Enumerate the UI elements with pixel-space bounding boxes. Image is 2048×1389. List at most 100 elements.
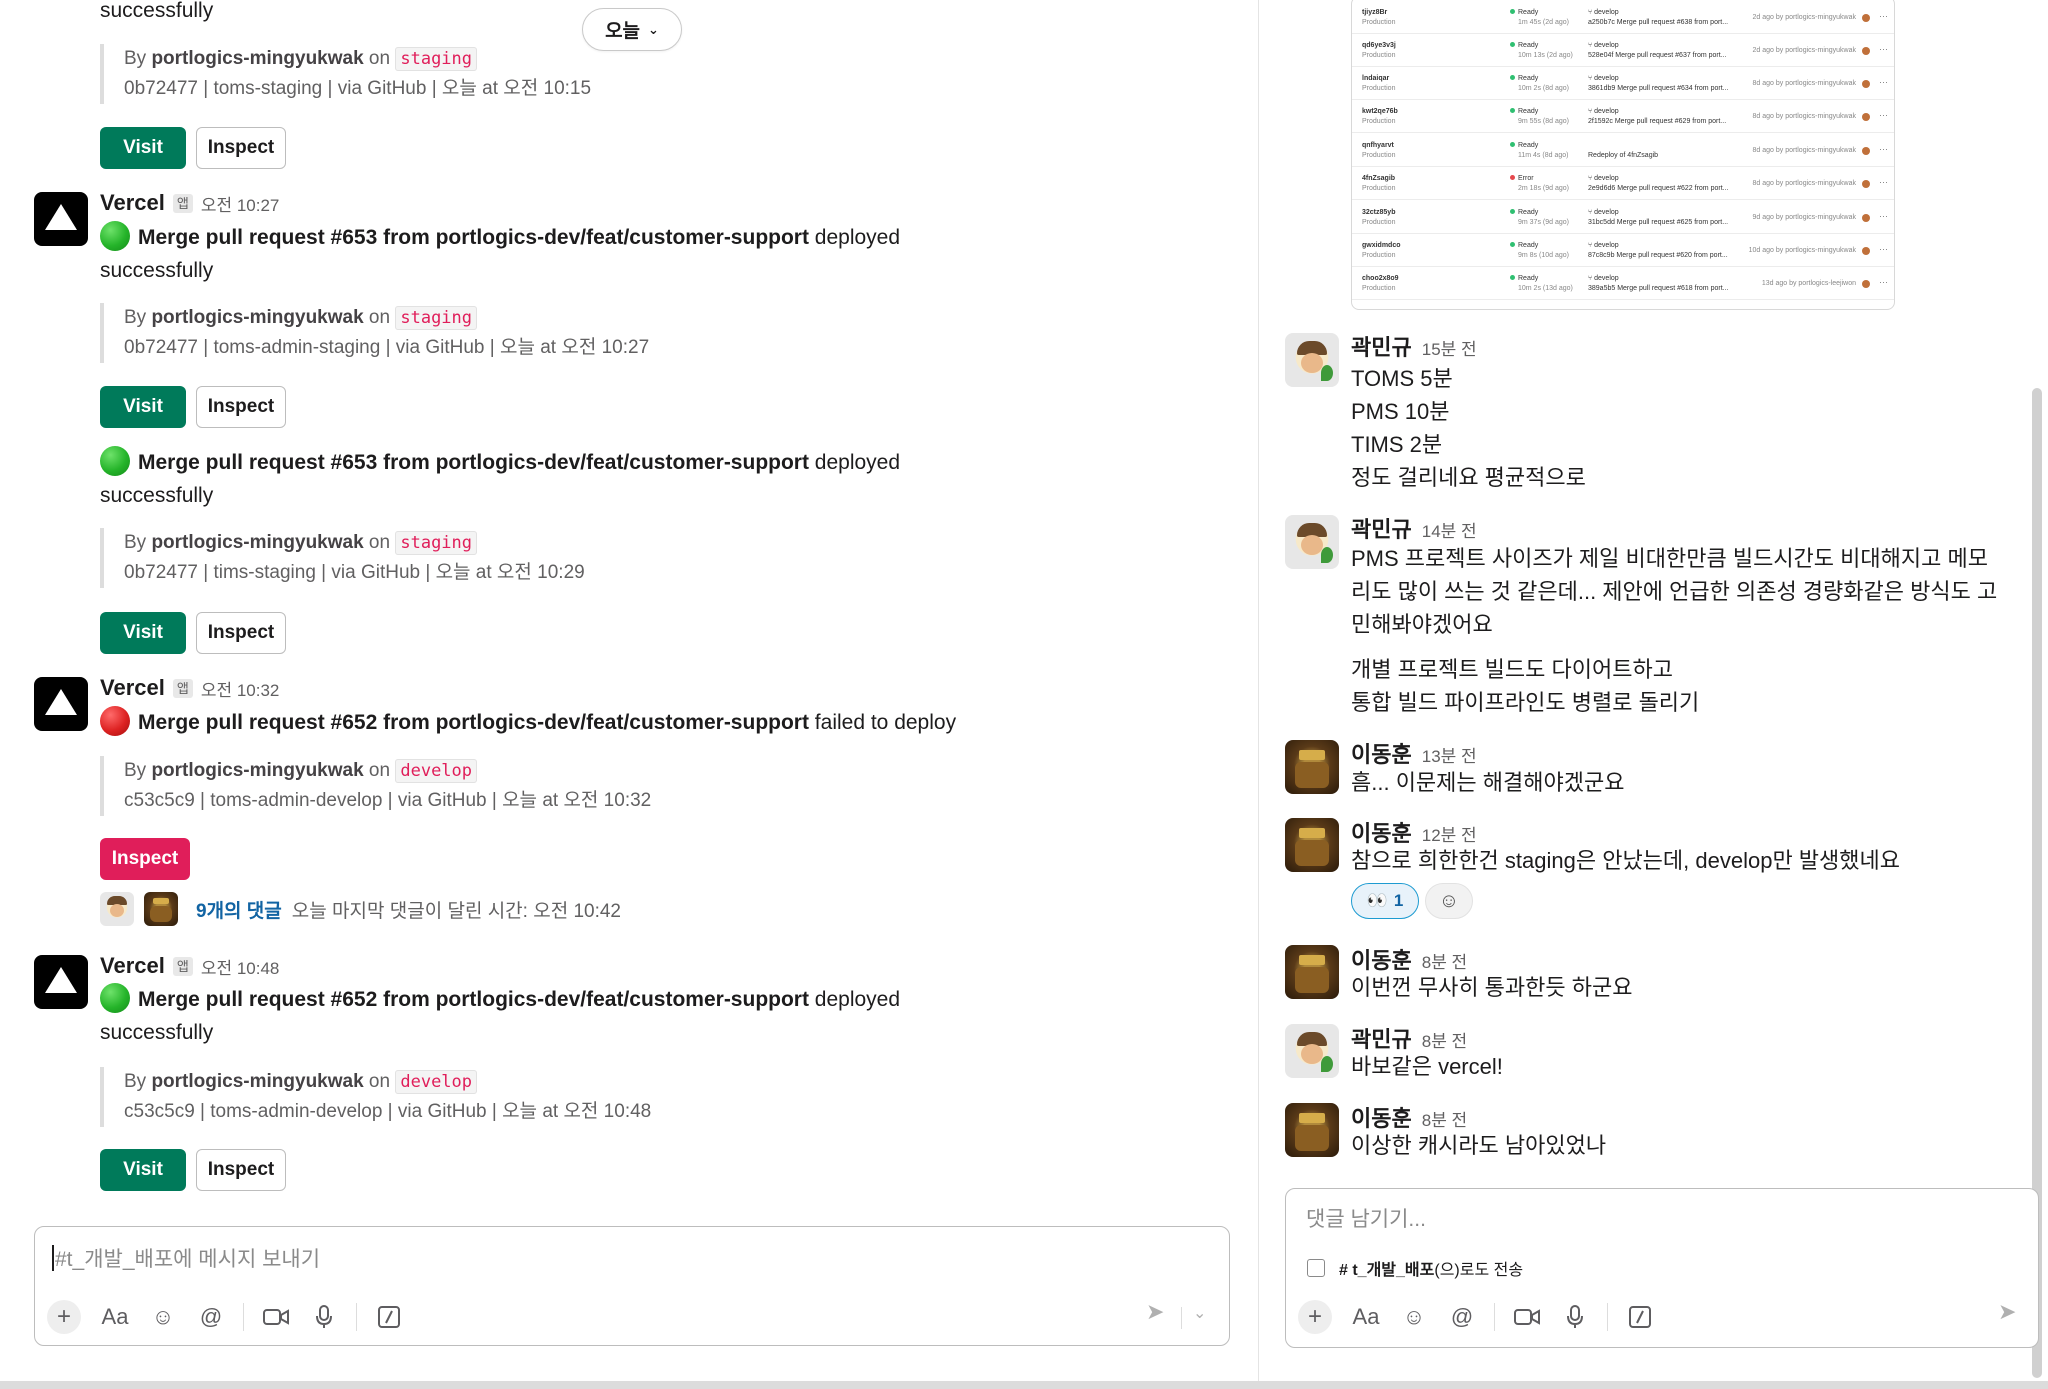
sender-name[interactable]: Vercel bbox=[100, 190, 165, 216]
message-body: Merge pull request #652 from portlogics-… bbox=[100, 983, 1100, 1049]
vercel-avatar[interactable] bbox=[34, 677, 88, 731]
message-line: 리도 많이 쓰는 것 같은데... 제안에 언급한 의존성 경량화같은 방식도 … bbox=[1351, 579, 1998, 604]
deployment-branch: ⑂ develop bbox=[1588, 175, 1619, 182]
visit-button[interactable]: Visit bbox=[100, 1149, 186, 1191]
message-composer[interactable]: #t_개발_배포에 메시지 보내기 + Aa ☺ @ ➤ ⌄ bbox=[34, 1226, 1230, 1346]
inspect-button[interactable]: Inspect bbox=[100, 838, 190, 880]
channel-name: # t_개발_배포 bbox=[1339, 1262, 1435, 1279]
user-avatar[interactable] bbox=[1285, 818, 1339, 872]
thread-replies-bar[interactable]: 9개의 댓글 오늘 마지막 댓글이 달린 시간: 오전 10:42 bbox=[100, 892, 621, 926]
author-name[interactable]: 곽민규 bbox=[1351, 517, 1412, 542]
video-icon[interactable] bbox=[1507, 1297, 1547, 1337]
visit-button[interactable]: Visit bbox=[100, 127, 186, 169]
inspect-button[interactable]: Inspect bbox=[196, 127, 286, 169]
inspect-button[interactable]: Inspect bbox=[196, 386, 286, 428]
send-icon[interactable]: ➤ bbox=[1146, 1299, 1164, 1325]
by-prefix: By bbox=[124, 307, 152, 328]
visit-button[interactable]: Visit bbox=[100, 612, 186, 654]
date-divider-pill[interactable]: 오늘 ⌄ bbox=[582, 8, 682, 51]
more-icon: ··· bbox=[1879, 177, 1888, 187]
emoji-icon[interactable]: ☺ bbox=[1394, 1297, 1434, 1337]
video-icon[interactable] bbox=[256, 1297, 296, 1337]
thread-message-body: 흠... 이문제는 해결해야겠군요 bbox=[1351, 766, 2031, 799]
author-name[interactable]: 곽민규 bbox=[1351, 335, 1412, 360]
send-icon[interactable]: ➤ bbox=[1998, 1299, 2016, 1325]
deployment-duration: 9m 37s (9d ago) bbox=[1518, 219, 1569, 226]
app-badge: 앱 bbox=[172, 678, 193, 698]
message-time[interactable]: 14분 전 bbox=[1422, 522, 1477, 541]
inspect-button[interactable]: Inspect bbox=[196, 612, 286, 654]
deployment-status: Ready bbox=[1510, 42, 1538, 49]
visit-button[interactable]: Visit bbox=[100, 386, 186, 428]
attachment-meta: c53c5c9 | toms-admin-develop | via GitHu… bbox=[124, 790, 652, 811]
deployment-status: Ready bbox=[1510, 242, 1538, 249]
branch-code: staging bbox=[395, 306, 478, 330]
attachment-by-line: By portlogics-mingyukwak on develop bbox=[124, 756, 1000, 786]
slash-icon[interactable] bbox=[1620, 1297, 1660, 1337]
message-header: Vercel 앱 오전 10:48 bbox=[100, 953, 279, 979]
author-name: portlogics-mingyukwak bbox=[151, 532, 364, 553]
also-send-checkbox[interactable] bbox=[1307, 1259, 1325, 1277]
message-line: 개별 프로젝트 빌드도 다이어트하고 bbox=[1351, 657, 1673, 682]
message-time[interactable]: 15분 전 bbox=[1422, 340, 1477, 359]
author-name[interactable]: 이동훈 bbox=[1351, 948, 1412, 973]
branch-code: staging bbox=[395, 47, 478, 71]
deployment-duration: 11m 4s (8d ago) bbox=[1518, 152, 1569, 159]
branch-code: develop bbox=[395, 759, 478, 783]
deployment-commit: 31bc5dd Merge pull request #625 from por… bbox=[1588, 219, 1729, 226]
deployment-commit: 3861db9 Merge pull request #634 from por… bbox=[1588, 85, 1729, 92]
deploy-status-tail: successfully bbox=[100, 1021, 214, 1044]
thread-message-body: 이번껀 무사히 통과한듯 하군요 bbox=[1351, 971, 2031, 1004]
branch-code: staging bbox=[395, 531, 478, 555]
author-name[interactable]: 이동훈 bbox=[1351, 821, 1412, 846]
format-icon[interactable]: Aa bbox=[1346, 1297, 1386, 1337]
message-time[interactable]: 13분 전 bbox=[1422, 747, 1477, 766]
slash-icon[interactable] bbox=[369, 1297, 409, 1337]
user-avatar bbox=[1862, 147, 1870, 155]
mention-icon[interactable]: @ bbox=[191, 1297, 231, 1337]
message-time[interactable]: 12분 전 bbox=[1422, 826, 1477, 845]
attachment-meta: 0b72477 | toms-staging | via GitHub | 오늘… bbox=[124, 78, 592, 99]
mic-icon[interactable] bbox=[304, 1297, 344, 1337]
vercel-avatar[interactable] bbox=[34, 955, 88, 1009]
deployments-screenshot-image[interactable]: tjiyz8Br Production Ready 1m 45s (2d ago) ⑂ … bbox=[1351, 0, 1895, 310]
reply-input[interactable]: 댓글 남기기... bbox=[1306, 1203, 1426, 1233]
sender-name[interactable]: Vercel bbox=[100, 953, 165, 979]
mic-icon[interactable] bbox=[1555, 1297, 1595, 1337]
message-input[interactable]: #t_개발_배포에 메시지 보내기 bbox=[55, 1243, 320, 1273]
format-icon[interactable]: Aa bbox=[95, 1297, 135, 1337]
message-time[interactable]: 8분 전 bbox=[1422, 1111, 1467, 1130]
user-avatar[interactable] bbox=[1285, 1024, 1339, 1078]
message-header: Vercel 앱 오전 10:27 bbox=[100, 190, 279, 216]
mention-icon[interactable]: @ bbox=[1442, 1297, 1482, 1337]
message-time[interactable]: 8분 전 bbox=[1422, 953, 1467, 972]
reaction-eyes[interactable]: 👀 1 bbox=[1351, 883, 1419, 919]
also-send-suffix: (으)로도 전송 bbox=[1434, 1262, 1524, 1279]
author-name: portlogics-mingyukwak bbox=[151, 48, 364, 69]
also-send-to-channel[interactable]: # t_개발_배포(으)로도 전송 bbox=[1307, 1256, 1523, 1280]
thread-reply-count-link[interactable]: 9개의 댓글 bbox=[196, 896, 282, 923]
author-name[interactable]: 이동훈 bbox=[1351, 1106, 1412, 1131]
user-avatar[interactable] bbox=[1285, 1103, 1339, 1157]
deployment-by: 2d ago by portlogics-mingyukwak bbox=[1752, 47, 1857, 54]
emoji-icon[interactable]: ☺ bbox=[143, 1297, 183, 1337]
plus-icon[interactable]: + bbox=[47, 1300, 81, 1334]
deployment-id: qnfhyarvt bbox=[1362, 142, 1394, 149]
user-avatar[interactable] bbox=[1285, 945, 1339, 999]
send-options-icon[interactable]: ⌄ bbox=[1193, 1303, 1206, 1323]
add-reaction-icon[interactable]: ☺ bbox=[1425, 883, 1473, 919]
message-time[interactable]: 오전 10:48 bbox=[201, 954, 280, 979]
sender-name[interactable]: Vercel bbox=[100, 675, 165, 701]
user-avatar[interactable] bbox=[1285, 740, 1339, 794]
author-name[interactable]: 이동훈 bbox=[1351, 742, 1412, 767]
plus-icon[interactable]: + bbox=[1298, 1300, 1332, 1334]
toolbar-divider bbox=[356, 1303, 357, 1331]
message-time[interactable]: 8분 전 bbox=[1422, 1032, 1467, 1051]
user-avatar[interactable] bbox=[1285, 515, 1339, 569]
user-avatar[interactable] bbox=[1285, 333, 1339, 387]
vercel-avatar[interactable] bbox=[34, 192, 88, 246]
message-time[interactable]: 오전 10:32 bbox=[201, 676, 280, 701]
author-name[interactable]: 곽민규 bbox=[1351, 1027, 1412, 1052]
inspect-button[interactable]: Inspect bbox=[196, 1149, 286, 1191]
message-time[interactable]: 오전 10:27 bbox=[201, 191, 280, 216]
